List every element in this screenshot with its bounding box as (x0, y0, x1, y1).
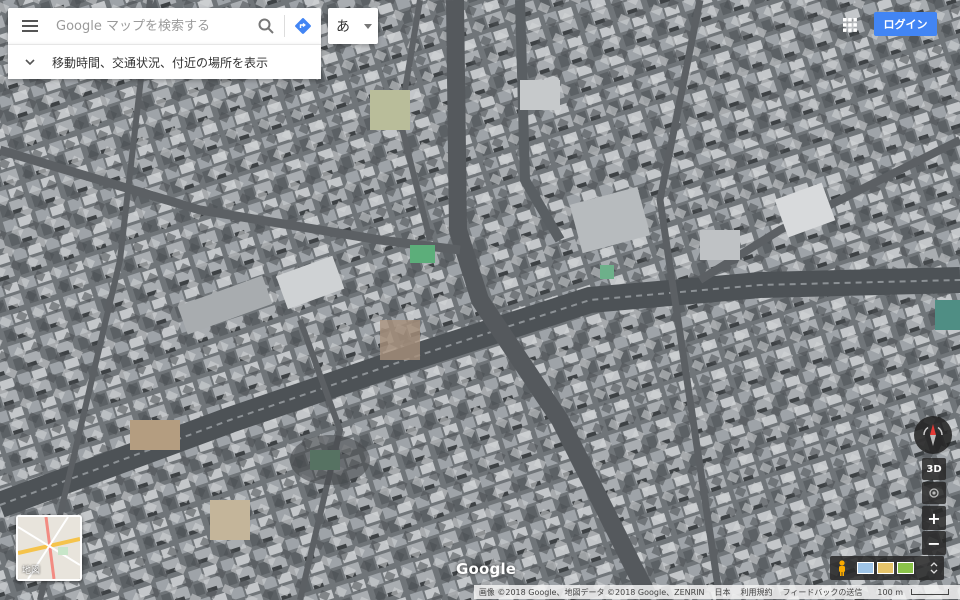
scale-line (911, 589, 949, 595)
satellite-map[interactable] (0, 0, 960, 600)
my-location-button[interactable] (922, 482, 946, 504)
map-footer: 画像 ©2018 Google、地図データ ©2018 Google、ZENRI… (0, 584, 960, 600)
map-layer-label: 地図 (22, 566, 41, 576)
pegman-button[interactable] (830, 560, 854, 576)
scale-label: 100 m (877, 587, 903, 597)
compass-button[interactable] (914, 416, 952, 454)
my-location-icon (929, 488, 939, 498)
ime-label: あ (336, 19, 350, 35)
country-link[interactable]: 日本 (710, 587, 736, 598)
imagery-thumbnail-2[interactable] (877, 562, 894, 574)
apps-button[interactable] (838, 13, 862, 37)
imagery-thumbnail-1[interactable] (857, 562, 874, 574)
street-view-bar (830, 556, 944, 580)
apps-grid-icon (843, 18, 857, 32)
search-icon (258, 18, 274, 34)
google-logo: Google (456, 560, 517, 578)
menu-button[interactable] (8, 8, 52, 44)
directions-button[interactable] (285, 8, 321, 44)
suggestion-bar[interactable]: 移動時間、交通状況、付近の場所を表示 (8, 44, 321, 79)
directions-icon (295, 18, 311, 34)
suggestion-text: 移動時間、交通状況、付近の場所を表示 (52, 55, 269, 70)
imagery-credit: 画像 ©2018 Google、地図データ ©2018 Google、ZENRI… (478, 587, 705, 597)
hamburger-icon (22, 20, 38, 32)
zoom-out-button[interactable]: − (922, 531, 946, 555)
pegman-icon (839, 560, 845, 576)
terms-link[interactable]: 利用規約 (736, 587, 778, 598)
scale-bar[interactable]: 100 m (867, 588, 954, 597)
imagery-thumbnail-3[interactable] (897, 562, 914, 574)
input-method-button[interactable]: あ (328, 8, 378, 44)
expand-button[interactable] (924, 562, 944, 574)
zoom-in-button[interactable]: + (922, 506, 946, 530)
feedback-link[interactable]: フィードバックの送信 (778, 587, 868, 598)
search-input[interactable] (52, 11, 248, 41)
map-layer-toggle[interactable]: 地図 (16, 515, 82, 581)
expand-icon (930, 562, 938, 574)
compass-icon (923, 424, 943, 446)
3d-button[interactable]: 3D (922, 458, 946, 480)
search-box (8, 8, 321, 44)
search-button[interactable] (248, 8, 284, 44)
login-button[interactable]: ログイン (874, 12, 937, 36)
caret-down-icon (364, 23, 372, 29)
chevron-down-icon (25, 59, 35, 65)
